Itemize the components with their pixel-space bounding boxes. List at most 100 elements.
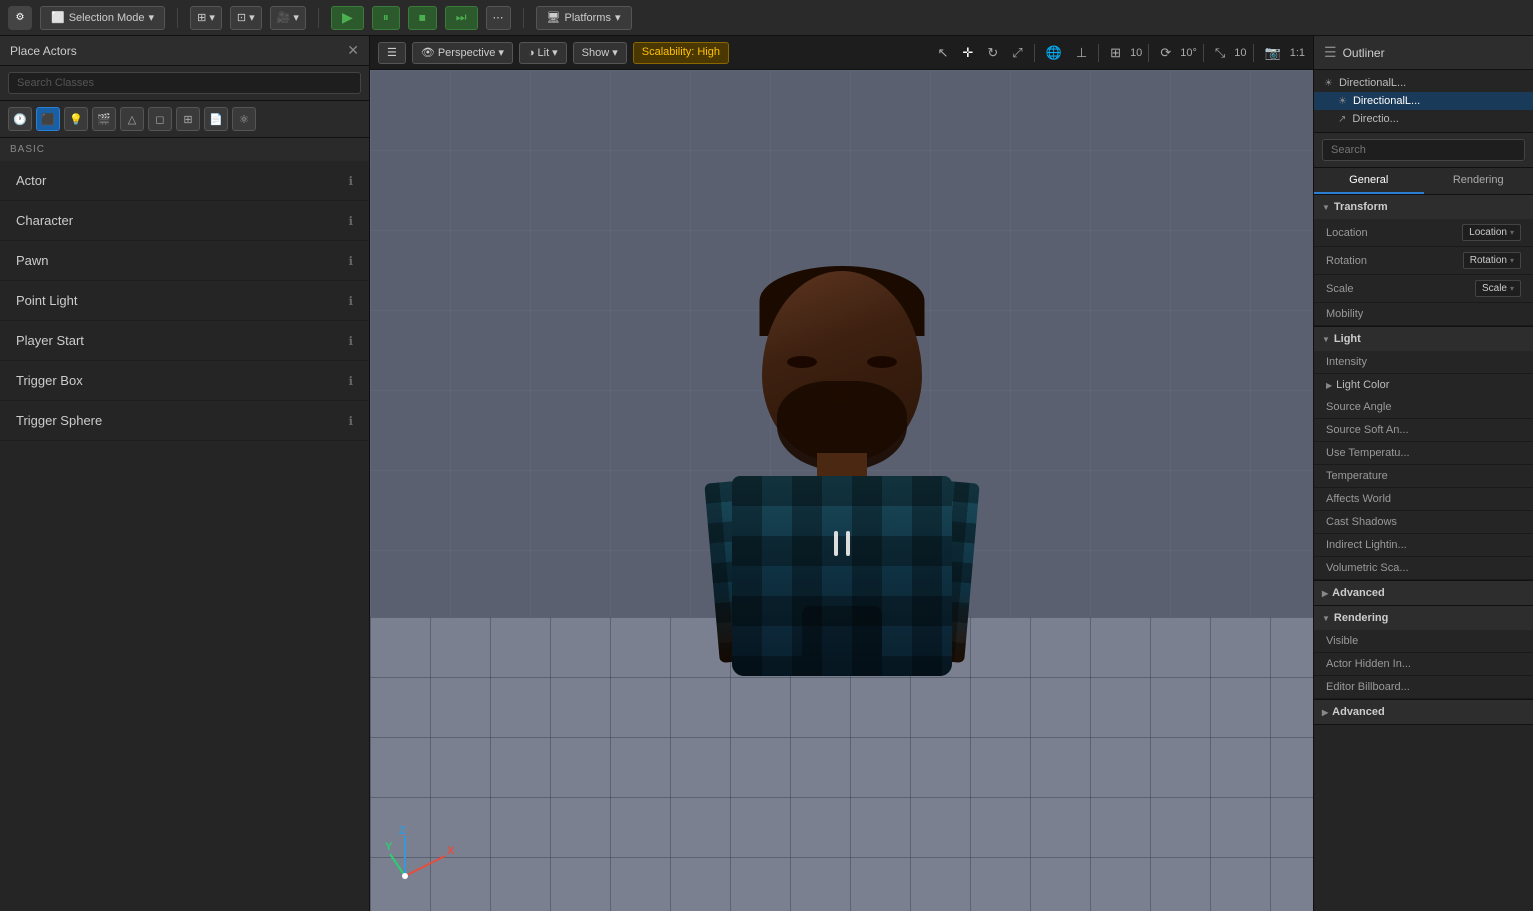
volumes-icon-btn[interactable]: ◻	[148, 107, 172, 131]
lit-icon: ◑	[528, 47, 535, 59]
move-tool-button[interactable]: ✛	[957, 43, 978, 63]
prop-row-rotation: Rotation Rotation ▾	[1314, 247, 1533, 275]
tab-general[interactable]: General	[1314, 168, 1424, 194]
actor-item-label: Character	[16, 213, 73, 228]
directional-light-icon-1: ☀	[1324, 78, 1333, 89]
actor-info-icon[interactable]: ℹ	[348, 174, 353, 188]
advanced-section-2: ▶ Advanced	[1314, 700, 1533, 725]
character-info-icon[interactable]: ℹ	[348, 214, 353, 228]
rotation-chevron-icon: ▾	[1510, 256, 1514, 265]
scale-snap-button[interactable]: ⤡	[1210, 43, 1230, 63]
show-button[interactable]: Show ▾	[573, 42, 627, 64]
actor-item-point-light[interactable]: Point Light ℹ	[0, 281, 369, 321]
trigger-sphere-info-icon[interactable]: ℹ	[348, 414, 353, 428]
surface-snapping-button[interactable]: ⊥	[1071, 43, 1092, 63]
actor-item-pawn[interactable]: Pawn ℹ	[0, 241, 369, 281]
actor-item-label: Point Light	[16, 293, 77, 308]
vp-sep-1	[1034, 44, 1035, 62]
selection-mode-icon: ⬜	[51, 11, 65, 24]
main-content: Place Actors ✕ 🕐 ⬛ 💡 🎬 △ ◻ ⊞ 📄 ⚛ BASIC A…	[0, 36, 1533, 911]
recent-icon-btn[interactable]: 🕐	[8, 107, 32, 131]
scale-chevron-icon: ▾	[1510, 284, 1514, 293]
actor-hidden-label: Actor Hidden In...	[1326, 658, 1411, 670]
prop-row-actor-hidden: Actor Hidden In...	[1314, 653, 1533, 676]
directional-light-icon-2: ☀	[1338, 96, 1347, 107]
viewport-menu-button[interactable]: ☰	[378, 42, 406, 64]
location-dropdown[interactable]: Location ▾	[1462, 224, 1521, 241]
selection-mode-button[interactable]: ⬜ Selection Mode ▾	[40, 6, 165, 30]
actor-item-actor[interactable]: Actor ℹ	[0, 161, 369, 201]
scale-label: Scale	[1326, 283, 1354, 295]
actor-item-player-start[interactable]: Player Start ℹ	[0, 321, 369, 361]
rendering-section-label: Rendering	[1334, 612, 1388, 624]
world-local-button[interactable]: 🌐	[1041, 43, 1067, 63]
transform-section: ▼ Transform Location Location ▾ Rotation…	[1314, 195, 1533, 327]
scalability-button[interactable]: Scalability: High	[633, 42, 729, 64]
outliner-icon: ☰	[1324, 44, 1337, 61]
right-search-input[interactable]	[1322, 139, 1525, 161]
blueprint-icon-btn[interactable]: 📄	[204, 107, 228, 131]
snap-button[interactable]: ⊞ ▾	[190, 6, 222, 30]
hamburger-icon: ☰	[387, 46, 397, 59]
icon-bar: 🕐 ⬛ 💡 🎬 △ ◻ ⊞ 📄 ⚛	[0, 101, 369, 138]
camera-speed-button[interactable]: 📷	[1260, 43, 1286, 63]
all-classes-icon-btn[interactable]: ⊞	[176, 107, 200, 131]
rotate-tool-button[interactable]: ↻	[982, 43, 1003, 63]
advanced-section-header-2[interactable]: ▶ Advanced	[1314, 700, 1533, 724]
basic-icon-btn[interactable]: ⬛	[36, 107, 60, 131]
point-light-info-icon[interactable]: ℹ	[348, 294, 353, 308]
panel-close-button[interactable]: ✕	[347, 42, 359, 59]
lit-button[interactable]: ◑ Lit ▾	[519, 42, 567, 64]
trigger-box-info-icon[interactable]: ℹ	[348, 374, 353, 388]
tab-rendering[interactable]: Rendering	[1424, 168, 1533, 194]
shapes-icon-btn[interactable]: △	[120, 107, 144, 131]
grid-snap-button[interactable]: ⊞	[1105, 43, 1126, 63]
physics-icon-btn[interactable]: ⚛	[232, 107, 256, 131]
affects-world-label: Affects World	[1326, 493, 1391, 505]
transform-section-header[interactable]: ▼ Transform	[1314, 195, 1533, 219]
platforms-icon: 🖥	[547, 11, 561, 24]
viewport[interactable]: ☰ 👁 Perspective ▾ ◑ Lit ▾ Show ▾ Scalabi…	[370, 36, 1313, 911]
prop-row-temperature: Temperature	[1314, 465, 1533, 488]
rotation-dropdown[interactable]: Rotation ▾	[1463, 252, 1521, 269]
prop-row-cast-shadows: Cast Shadows	[1314, 511, 1533, 534]
advanced-2-label: Advanced	[1332, 706, 1385, 718]
lights-icon-btn[interactable]: 💡	[64, 107, 88, 131]
rotate-snap-button[interactable]: ⟳	[1155, 43, 1176, 63]
outliner-item-directional-3[interactable]: ↗ Directio...	[1314, 110, 1533, 128]
actor-item-trigger-sphere[interactable]: Trigger Sphere ℹ	[0, 401, 369, 441]
rendering-section-header[interactable]: ▼ Rendering	[1314, 606, 1533, 630]
show-arrow-icon: ▾	[612, 46, 618, 59]
settings-button[interactable]: ⋯	[486, 6, 511, 30]
svg-text:X: X	[447, 845, 455, 857]
pause-button[interactable]: ⏸	[372, 6, 400, 30]
platforms-button[interactable]: 🖥 Platforms ▾	[536, 6, 632, 30]
grid-button[interactable]: ⊡ ▾	[230, 6, 262, 30]
select-tool-button[interactable]: ↖	[933, 43, 954, 63]
actor-item-trigger-box[interactable]: Trigger Box ℹ	[0, 361, 369, 401]
actor-item-character[interactable]: Character ℹ	[0, 201, 369, 241]
stop-button[interactable]: ⏹	[408, 6, 437, 30]
prop-row-source-angle: Source Angle	[1314, 396, 1533, 419]
prop-row-editor-billboard: Editor Billboard...	[1314, 676, 1533, 699]
scale-dropdown[interactable]: Scale ▾	[1475, 280, 1521, 297]
advanced-section-header-1[interactable]: ▶ Advanced	[1314, 581, 1533, 605]
outliner-item-label-1: DirectionalL...	[1339, 77, 1406, 89]
prop-row-use-temp: Use Temperatu...	[1314, 442, 1533, 465]
advanced-section-1: ▶ Advanced	[1314, 581, 1533, 606]
actor-item-label: Pawn	[16, 253, 49, 268]
prop-row-light-color[interactable]: ▶ Light Color	[1314, 374, 1533, 396]
pawn-info-icon[interactable]: ℹ	[348, 254, 353, 268]
play-button[interactable]: ▶	[331, 6, 364, 30]
outliner-item-directional-1[interactable]: ☀ DirectionalL...	[1314, 74, 1533, 92]
search-input[interactable]	[8, 72, 361, 94]
outliner-item-directional-2[interactable]: ☀ DirectionalL...	[1314, 92, 1533, 110]
light-section-header[interactable]: ▼ Light	[1314, 327, 1533, 351]
perspective-button[interactable]: 👁 Perspective ▾	[412, 42, 513, 64]
skip-button[interactable]: ⏭	[445, 6, 478, 30]
prop-row-mobility: Mobility	[1314, 303, 1533, 326]
cinematic-icon-btn[interactable]: 🎬	[92, 107, 116, 131]
camera-button[interactable]: 🎥 ▾	[270, 6, 306, 30]
player-start-info-icon[interactable]: ℹ	[348, 334, 353, 348]
scale-tool-button[interactable]: ⤢	[1007, 43, 1027, 63]
